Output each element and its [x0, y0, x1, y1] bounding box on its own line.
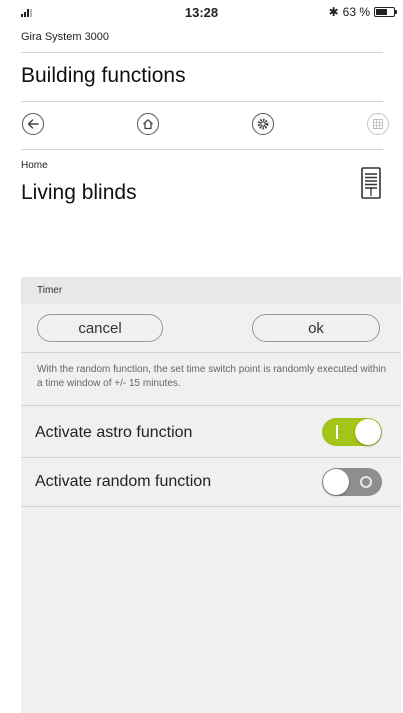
grid-icon: [373, 119, 383, 129]
timer-header: Timer: [21, 277, 401, 304]
grid-view-button[interactable]: [367, 113, 389, 135]
random-function-label: Activate random function: [35, 473, 212, 490]
toggle-knob: [355, 419, 381, 445]
toggle-off-mark: [360, 476, 372, 488]
settings-button[interactable]: [252, 113, 274, 135]
arrow-left-icon: [27, 119, 39, 129]
bluetooth-icon: ✱: [328, 5, 339, 19]
divider: [21, 405, 401, 406]
divider: [21, 101, 383, 102]
divider: [21, 52, 383, 53]
page-title: Building functions: [21, 64, 186, 87]
random-function-toggle[interactable]: [322, 468, 382, 496]
toggle-on-mark: [336, 425, 338, 439]
timer-header-label: Timer: [37, 285, 63, 296]
divider: [21, 149, 383, 150]
status-bar: 13:28 ✱ 63 %: [0, 0, 403, 24]
battery-fill: [376, 9, 387, 15]
breadcrumb[interactable]: Home: [21, 160, 48, 171]
home-button[interactable]: [137, 113, 159, 135]
astro-function-label: Activate astro function: [35, 424, 193, 441]
back-button[interactable]: [22, 113, 44, 135]
blind-icon: [361, 167, 381, 201]
timer-panel: Timer cancel ok With the random function…: [21, 277, 401, 713]
random-info-text: With the random function, the set time s…: [37, 364, 387, 389]
cancel-button[interactable]: cancel: [37, 314, 163, 342]
divider: [21, 352, 401, 353]
system-name: Gira System 3000: [21, 31, 110, 43]
divider: [21, 506, 401, 507]
divider: [21, 457, 401, 458]
home-icon: [143, 119, 153, 130]
ok-button[interactable]: ok: [252, 314, 380, 342]
battery-percent: 63 %: [342, 5, 370, 19]
toggle-knob: [323, 469, 349, 495]
nav-bar: [0, 113, 403, 137]
astro-function-toggle[interactable]: [322, 418, 382, 446]
battery-icon: [374, 7, 397, 17]
room-title: Living blinds: [21, 181, 137, 204]
gear-icon: [257, 118, 269, 130]
